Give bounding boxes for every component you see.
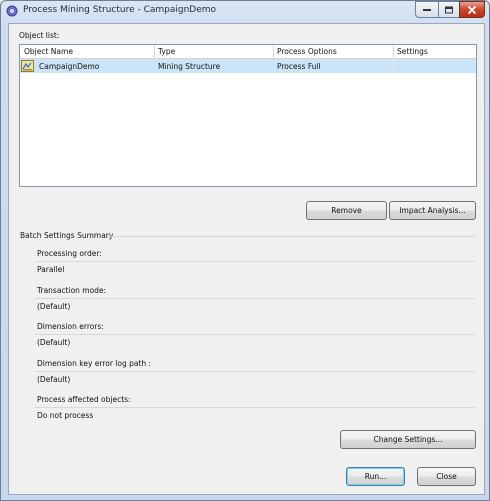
divider [35, 407, 475, 408]
divider [35, 298, 475, 299]
mining-structure-icon [21, 60, 34, 72]
column-separator [393, 59, 394, 73]
row-process-options[interactable]: Process Full [277, 62, 321, 71]
close-icon [467, 5, 477, 14]
minimize-button[interactable] [415, 1, 439, 18]
impact-analysis-button[interactable]: Impact Analysis... [389, 201, 476, 220]
batch-settings-heading: Batch Settings Summary [20, 231, 114, 240]
process-affected-objects-label: Process affected objects: [37, 395, 131, 404]
transaction-mode-label: Transaction mode: [37, 286, 107, 295]
run-button[interactable]: Run... [346, 467, 405, 486]
column-separator[interactable] [393, 45, 394, 58]
divider [35, 261, 475, 262]
close-button[interactable]: Close [417, 467, 476, 486]
dimension-key-error-log-path-label: Dimension key error log path : [37, 359, 152, 368]
object-list-label: Object list: [19, 31, 60, 40]
divider [35, 371, 475, 372]
maximize-button[interactable] [438, 1, 460, 18]
object-list[interactable]: Object Name Type Process Options Setting… [19, 44, 477, 187]
dialog-content: Object list: Object Name Type Process Op… [8, 23, 485, 495]
column-header-process-options[interactable]: Process Options [277, 47, 337, 56]
minimize-icon [423, 8, 431, 11]
dimension-key-error-log-path-value: (Default) [37, 375, 71, 384]
transaction-mode-value: (Default) [37, 302, 71, 311]
title-bar[interactable]: Process Mining Structure - CampaignDemo [1, 1, 489, 23]
divider [35, 334, 475, 335]
object-list-header: Object Name Type Process Options Setting… [20, 45, 476, 59]
column-header-type[interactable]: Type [158, 47, 175, 56]
process-dialog-window: Process Mining Structure - CampaignDemo … [0, 0, 490, 501]
column-header-settings[interactable]: Settings [397, 47, 428, 56]
app-icon [6, 5, 18, 17]
remove-button[interactable]: Remove [306, 201, 387, 220]
column-header-object-name[interactable]: Object Name [24, 47, 73, 56]
dimension-errors-value: (Default) [37, 338, 71, 347]
table-row[interactable]: CampaignDemo Mining Structure Process Fu… [20, 59, 476, 73]
processing-order-value: Parallel [37, 265, 65, 274]
dimension-errors-label: Dimension errors: [37, 322, 104, 331]
column-separator[interactable] [273, 45, 274, 58]
row-type: Mining Structure [158, 62, 221, 71]
section-divider [108, 236, 475, 237]
processing-order-label: Processing order: [37, 249, 102, 258]
column-separator[interactable] [154, 45, 155, 58]
close-window-button[interactable] [459, 1, 485, 18]
process-affected-objects-value: Do not process [37, 411, 94, 420]
change-settings-button[interactable]: Change Settings... [340, 430, 476, 449]
maximize-icon [445, 6, 453, 13]
window-title: Process Mining Structure - CampaignDemo [23, 5, 217, 15]
row-object-name: CampaignDemo [39, 62, 100, 71]
